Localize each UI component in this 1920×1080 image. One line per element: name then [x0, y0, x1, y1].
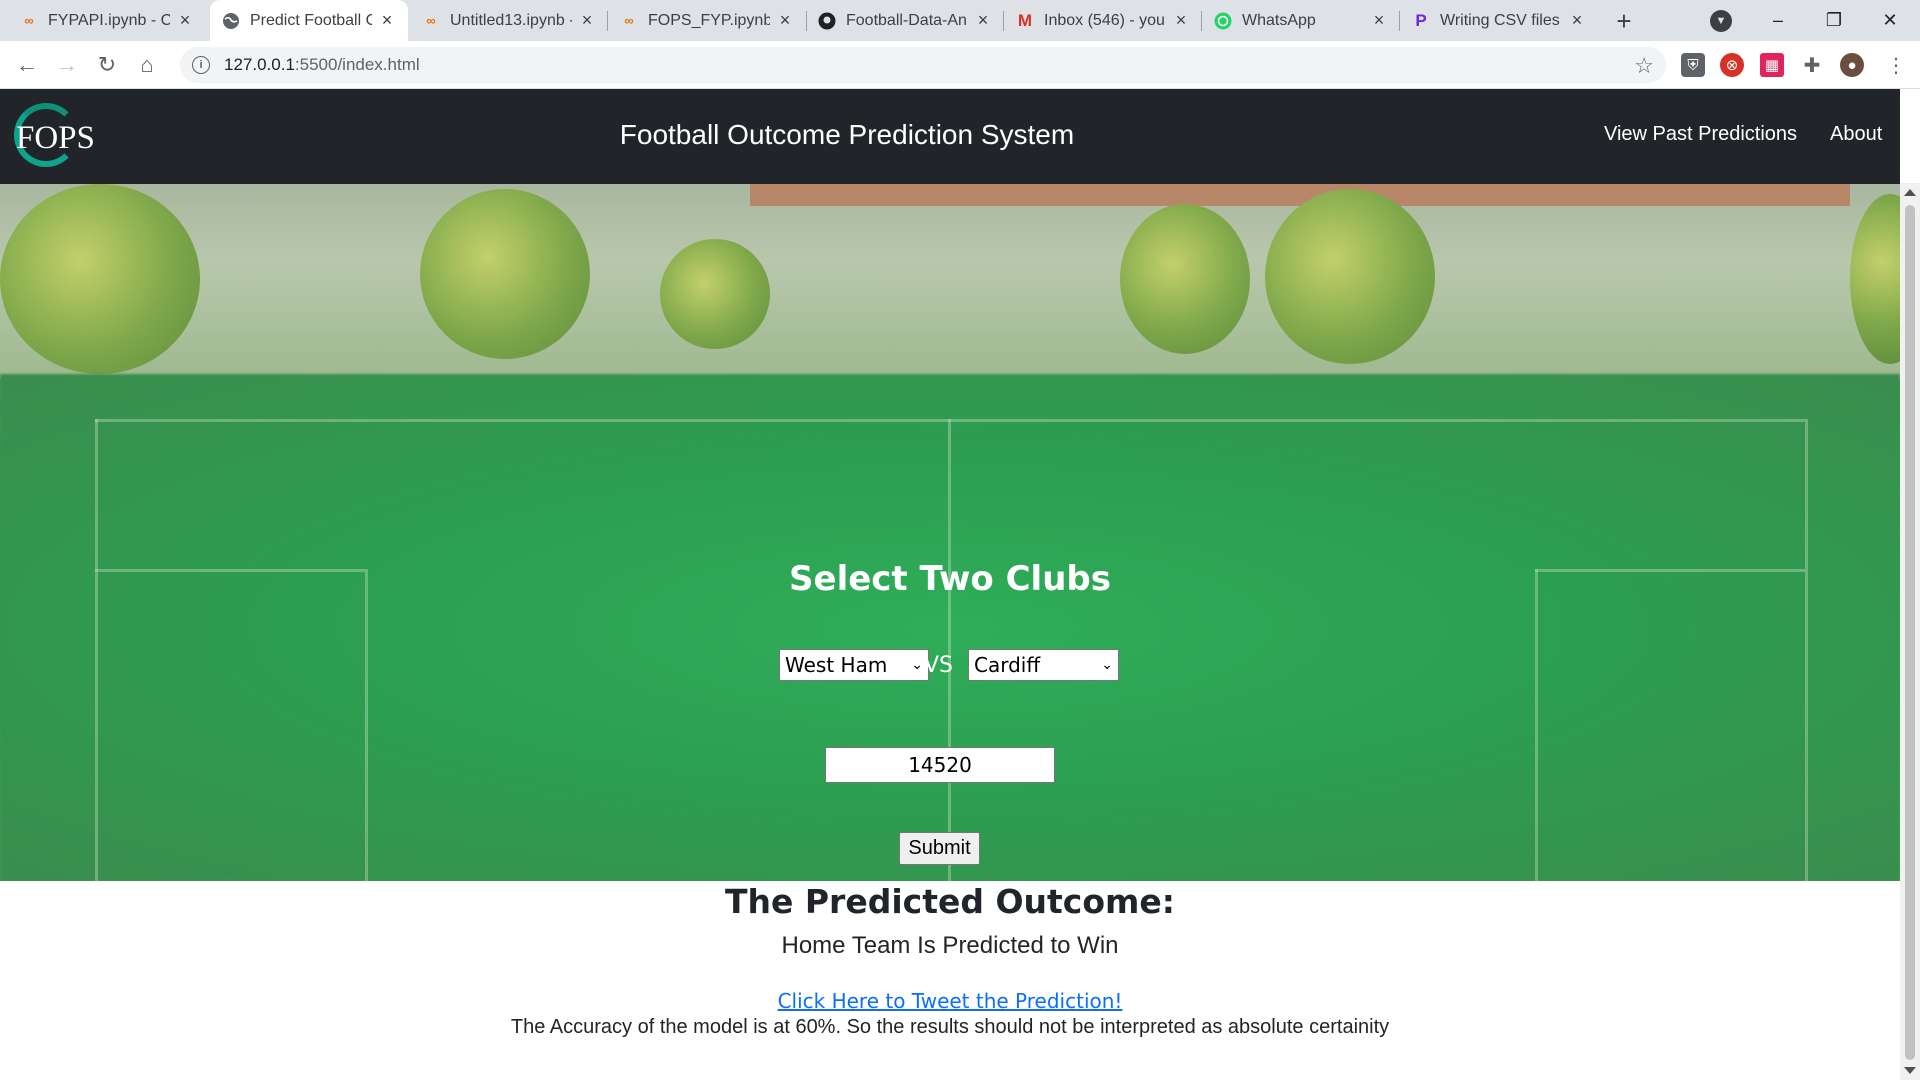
colab-icon: ∞: [426, 13, 436, 28]
pitch-line: [95, 419, 98, 881]
tab-title: Football-Data-An: [846, 11, 967, 29]
vs-label: VS: [924, 652, 954, 678]
pitch-line: [1805, 419, 1808, 881]
tab-writing-csv[interactable]: P Writing CSV files ×: [1400, 0, 1598, 41]
tab-search-icon[interactable]: ▼: [1710, 10, 1732, 32]
away-club-value: Cardiff: [974, 653, 1041, 677]
extensions-puzzle-icon[interactable]: ✚: [1800, 53, 1824, 77]
reload-icon[interactable]: ↻: [92, 50, 122, 80]
tab-title: Inbox (546) - you: [1044, 11, 1165, 29]
away-club-select[interactable]: Cardiff ⌄: [968, 649, 1119, 681]
extension-red-icon[interactable]: ▦: [1760, 53, 1784, 77]
site-info-icon[interactable]: i: [192, 56, 210, 74]
back-arrow-icon[interactable]: ←: [12, 50, 42, 80]
chevron-down-icon: ⌄: [911, 657, 923, 673]
more-menu-icon[interactable]: ⋮: [1884, 53, 1908, 77]
tree-graphic: [0, 184, 200, 374]
github-icon: [818, 12, 836, 30]
tab-untitled13[interactable]: ∞ Untitled13.ipynb - ×: [410, 0, 608, 41]
home-icon[interactable]: ⌂: [132, 50, 162, 80]
close-icon[interactable]: ×: [1172, 10, 1190, 30]
globe-icon: [222, 12, 240, 30]
accuracy-note: The Accuracy of the model is at 60%. So …: [510, 1016, 1390, 1038]
close-icon[interactable]: ×: [776, 10, 794, 30]
tab-title: FYPAPI.ipynb - Co: [48, 11, 170, 29]
gmail-icon: M: [1017, 10, 1033, 30]
home-club-select[interactable]: West Ham ⌄: [779, 649, 929, 681]
bookmark-star-icon[interactable]: ☆: [1634, 53, 1654, 79]
url-path: :5500/index.html: [294, 55, 420, 74]
nav-about[interactable]: About: [1830, 123, 1882, 146]
forward-arrow-icon[interactable]: →: [52, 50, 82, 80]
home-club-value: West Ham: [785, 653, 888, 677]
whatsapp-icon: [1214, 12, 1232, 30]
adblock-extension-icon[interactable]: ⊗: [1720, 53, 1744, 77]
vertical-scrollbar[interactable]: [1900, 183, 1920, 1080]
nav-view-past-predictions[interactable]: View Past Predictions: [1604, 123, 1797, 146]
url-host: 127.0.0.1: [224, 55, 295, 74]
tab-fops-fyp[interactable]: ∞ FOPS_FYP.ipynb - ×: [608, 0, 806, 41]
minimize-button[interactable]: –: [1750, 0, 1806, 41]
browser-tab-bar: ∞ FYPAPI.ipynb - Co × Predict Football O…: [0, 0, 1920, 41]
tree-graphic: [1265, 189, 1435, 364]
maximize-button[interactable]: ❐: [1806, 0, 1862, 41]
p-icon: P: [1415, 10, 1427, 30]
tab-fypapi[interactable]: ∞ FYPAPI.ipynb - Co ×: [8, 0, 206, 41]
outcome-heading: The Predicted Outcome:: [725, 882, 1175, 921]
close-icon[interactable]: ×: [974, 10, 992, 30]
colab-icon: ∞: [24, 13, 34, 28]
tweet-prediction-link[interactable]: Click Here to Tweet the Prediction!: [0, 989, 1900, 1013]
scrollbar-thumb[interactable]: [1905, 205, 1915, 1060]
running-track: [750, 184, 1850, 206]
pitch-line: [365, 569, 368, 881]
submit-button[interactable]: Submit: [899, 832, 980, 865]
tab-predict-football[interactable]: Predict Football O ×: [210, 0, 408, 41]
tab-whatsapp[interactable]: WhatsApp ×: [1202, 0, 1400, 41]
tree-graphic: [1120, 204, 1250, 354]
tab-title: Predict Football O: [250, 11, 372, 29]
close-icon[interactable]: ×: [1370, 10, 1388, 30]
site-header: FOPS Football Outcome Prediction System …: [0, 89, 1900, 184]
park-aerial-area: [0, 184, 1900, 379]
profile-avatar[interactable]: ●: [1840, 53, 1864, 77]
pitch-line: [1535, 569, 1538, 881]
address-bar[interactable]: i 127.0.0.1:5500/index.html ☆: [180, 47, 1666, 83]
scroll-down-arrow-icon[interactable]: [1904, 1067, 1916, 1074]
url-text: 127.0.0.1:5500/index.html: [224, 55, 420, 75]
match-number-input[interactable]: 14520: [825, 747, 1055, 783]
colab-icon: ∞: [624, 13, 634, 28]
close-icon[interactable]: ×: [578, 10, 596, 30]
outcome-result: Home Team Is Predicted to Win: [781, 932, 1119, 959]
tab-title: FOPS_FYP.ipynb -: [648, 11, 770, 29]
close-icon[interactable]: ×: [1568, 10, 1586, 30]
tab-title: Untitled13.ipynb -: [450, 11, 572, 29]
tab-title: WhatsApp: [1242, 11, 1316, 29]
browser-toolbar: ← → ↻ ⌂ i 127.0.0.1:5500/index.html ☆ ⛨ …: [0, 41, 1920, 89]
tab-gmail[interactable]: M Inbox (546) - you ×: [1004, 0, 1202, 41]
page-content: FOPS Football Outcome Prediction System …: [0, 89, 1900, 1080]
chevron-down-icon: ⌄: [1101, 657, 1113, 673]
window-close-button[interactable]: ✕: [1862, 0, 1918, 41]
form-title: Select Two Clubs: [789, 559, 1111, 599]
tab-github[interactable]: Football-Data-An ×: [806, 0, 1004, 41]
tree-graphic: [660, 239, 770, 349]
scroll-up-arrow-icon[interactable]: [1904, 189, 1916, 196]
shield-extension-icon[interactable]: ⛨: [1681, 53, 1705, 77]
tab-title: Writing CSV files: [1440, 11, 1560, 29]
tree-graphic: [420, 189, 590, 359]
close-icon[interactable]: ×: [176, 10, 194, 30]
site-title: Football Outcome Prediction System: [619, 119, 1075, 150]
close-icon[interactable]: ×: [378, 10, 396, 30]
new-tab-button[interactable]: +: [1609, 6, 1639, 36]
